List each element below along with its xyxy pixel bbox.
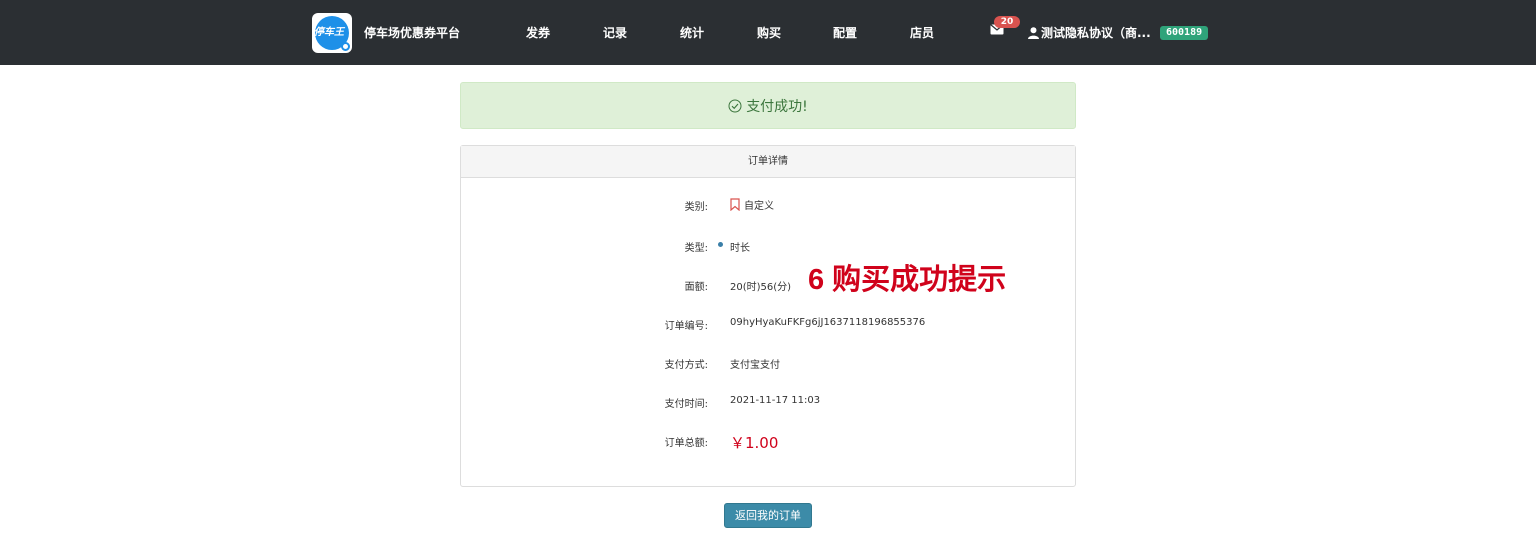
- order-total-value: ￥1.00: [730, 432, 778, 453]
- type-value: 时长: [730, 243, 750, 254]
- top-navbar: 停车王 停车场优惠券平台 发券 记录 统计 购买 配置 店员 20 测试隐私协议…: [0, 0, 1536, 65]
- denomination-label: 面额:: [684, 282, 708, 293]
- mail-count-badge: 20: [994, 16, 1020, 28]
- category-value: 自定义: [730, 197, 774, 212]
- nav-settings[interactable]: 配置: [833, 24, 857, 41]
- payment-time-label: 支付时间:: [664, 399, 708, 410]
- order-details-panel: 订单详情 类别: 自定义 类型: 时长 面额: 20(时)56(分) 订单编号:…: [460, 145, 1076, 487]
- brand-title[interactable]: 停车场优惠券平台: [364, 24, 460, 41]
- nav-staff[interactable]: 店员: [910, 24, 934, 41]
- denomination-value: 20(时)56(分): [730, 282, 792, 293]
- bookmark-icon: [730, 198, 740, 211]
- bullet-icon: [718, 242, 723, 247]
- user-name: 测试隐私协议（商...: [1041, 26, 1151, 40]
- payment-success-alert: 支付成功!: [460, 82, 1076, 129]
- order-total-amount: ￥1.00: [730, 434, 779, 452]
- back-to-orders-button[interactable]: 返回我的订单: [724, 503, 812, 528]
- user-icon: [1028, 26, 1039, 39]
- nav-issue[interactable]: 发券: [526, 24, 550, 41]
- order-number-label: 订单编号:: [664, 321, 708, 332]
- category-label: 类别:: [684, 202, 708, 213]
- panel-title: 订单详情: [461, 146, 1075, 178]
- nav-purchase[interactable]: 购买: [757, 24, 781, 41]
- logo-text: 停车王: [314, 27, 344, 38]
- order-total-label: 订单总额:: [664, 438, 708, 449]
- payment-time-value: 2021-11-17 11:03: [730, 395, 821, 406]
- category-text: 自定义: [744, 201, 774, 212]
- annotation-caption: 6 购买成功提示: [808, 264, 1007, 296]
- logo[interactable]: 停车王: [312, 13, 352, 53]
- payment-method-label: 支付方式:: [664, 360, 708, 371]
- type-label: 类型:: [684, 243, 708, 254]
- nav-records[interactable]: 记录: [603, 24, 627, 41]
- nav-stats[interactable]: 统计: [680, 24, 704, 41]
- order-number-value: 09hyHyaKuFKFg6jJ1637118196855376: [730, 317, 926, 328]
- payment-method-value: 支付宝支付: [730, 360, 780, 371]
- logo-dot: [341, 42, 350, 51]
- balance-badge: 600189: [1160, 26, 1209, 40]
- alert-text: 支付成功!: [746, 98, 808, 115]
- user-menu[interactable]: 测试隐私协议（商...: [1028, 24, 1151, 41]
- check-circle-icon: [728, 99, 742, 112]
